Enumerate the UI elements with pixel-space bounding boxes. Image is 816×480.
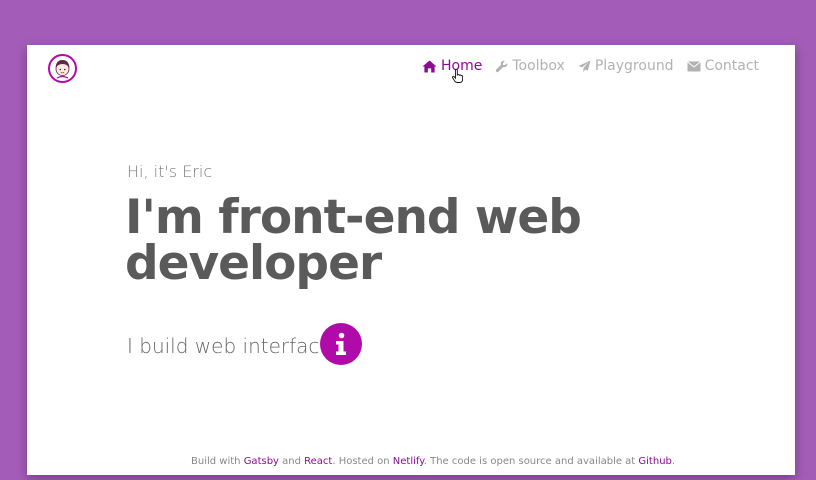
- footer-text-5: .: [671, 456, 676, 467]
- nav-playground[interactable]: Playground: [578, 58, 674, 74]
- footer: Build with Gatsby and React. Hosted on N…: [191, 456, 675, 467]
- main-nav: Home Toolbox Playground Contact: [422, 58, 772, 74]
- hero-headline: I'm front-end web developer: [125, 190, 582, 291]
- nav-toolbox-label: Toolbox: [512, 58, 565, 74]
- nav-contact-label: Contact: [704, 58, 760, 74]
- netlify-link[interactable]: Netlify: [393, 456, 424, 467]
- footer-text-1: Build with: [191, 456, 244, 467]
- react-link[interactable]: React: [304, 456, 332, 467]
- footer-text-2: and: [278, 456, 305, 467]
- info-icon: [336, 332, 346, 355]
- nav-toolbox[interactable]: Toolbox: [495, 58, 565, 74]
- hand-cursor-icon: [452, 69, 463, 83]
- avatar-icon: [55, 60, 70, 79]
- github-link[interactable]: Github: [638, 456, 671, 467]
- gatsby-link[interactable]: Gatsby: [244, 456, 279, 467]
- hero-tagline: I build web interfaces: [127, 334, 343, 358]
- info-button[interactable]: [320, 323, 362, 365]
- envelope-icon: [687, 61, 701, 71]
- home-icon: [422, 59, 437, 73]
- avatar-logo[interactable]: [48, 54, 77, 83]
- nav-playground-label: Playground: [594, 58, 674, 74]
- page-card: Home Toolbox Playground Contact Hi, it's…: [27, 45, 795, 475]
- nav-contact[interactable]: Contact: [687, 58, 759, 74]
- footer-text-3: . Hosted on: [332, 456, 393, 467]
- greeting-text: Hi, it's Eric: [127, 162, 213, 181]
- footer-text-4: . The code is open source and available …: [423, 456, 639, 467]
- paper-plane-icon: [578, 59, 591, 72]
- wrench-icon: [496, 60, 508, 72]
